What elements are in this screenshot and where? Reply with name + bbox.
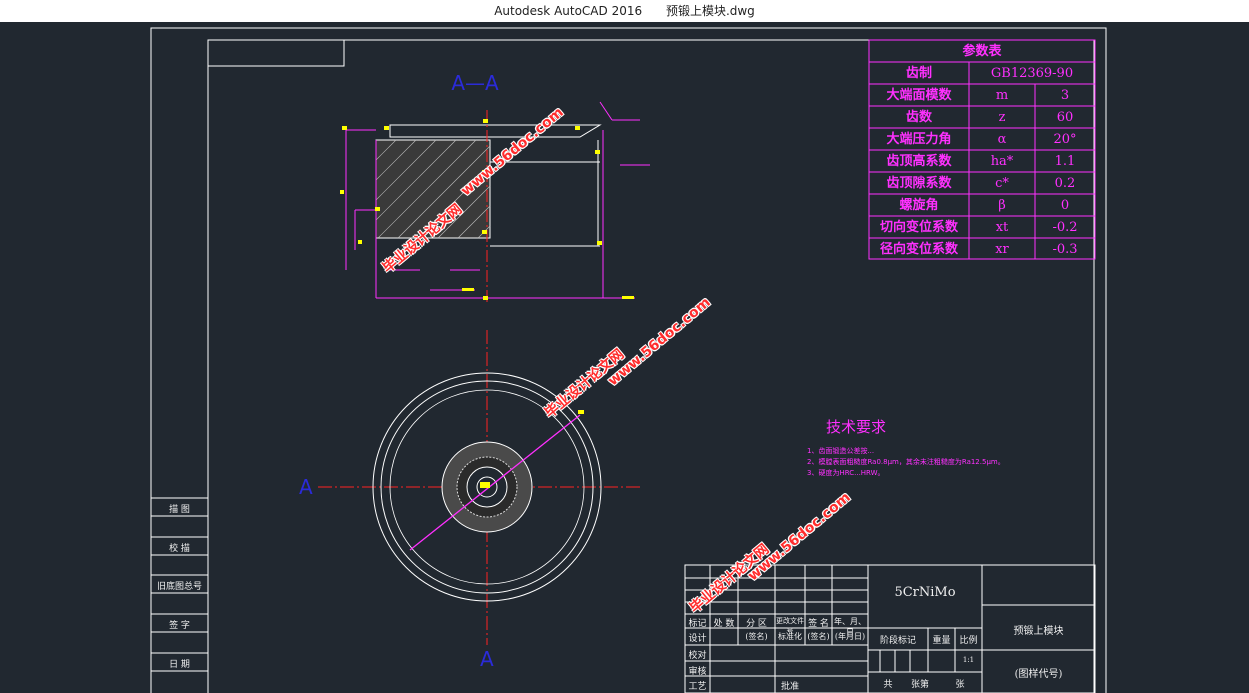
param-row-name: 径向变位系数	[879, 242, 958, 257]
material-label: 5CrNiMo	[894, 585, 956, 600]
param-row-name: 齿数	[905, 110, 932, 125]
param-row-value: 3	[1060, 88, 1070, 103]
tb-row-design: 设计	[688, 634, 707, 644]
param-row-value: 20°	[1053, 132, 1077, 147]
app-title: Autodesk AutoCAD 2016	[494, 4, 643, 18]
section-label: A—A	[451, 71, 499, 95]
param-row-name: 大端压力角	[886, 132, 952, 147]
tech-req-item-3: 3、硬度为HRC...HRW。	[807, 469, 885, 477]
side-block-date: 日 期	[169, 660, 190, 670]
param-row-symbol: α	[997, 132, 1007, 147]
param-row-value: 60	[1056, 110, 1074, 125]
section-mark-left: A	[299, 475, 313, 499]
tb-row-process: 工艺	[688, 682, 707, 692]
param-row-name: 切向变位系数	[879, 220, 958, 235]
tb-approve-label: 批准	[780, 682, 799, 692]
param-row-name: 大端面模数	[886, 88, 952, 103]
file-name: 预锻上模块.dwg	[665, 4, 755, 18]
tb-sheet-no: 张第	[910, 680, 929, 690]
part-name: 预锻上模块	[1013, 626, 1064, 637]
param-row-symbol: c*	[995, 176, 1009, 191]
section-view	[340, 101, 650, 305]
tb-scale: 比例	[959, 636, 978, 646]
tb-stage-mark: 阶段标记	[879, 636, 916, 646]
param-table-title: 参数表	[962, 44, 1002, 59]
side-block-old-drawing-no: 旧底图总号	[156, 582, 202, 592]
param-row-value: GB12369-90	[990, 66, 1074, 81]
tb-scale-value: 1:1	[962, 656, 975, 664]
param-row-name: 螺旋角	[899, 198, 939, 213]
param-row-symbol: β	[998, 198, 1006, 213]
param-row-value: 0.2	[1054, 176, 1076, 191]
tb-date: (年月日)	[834, 632, 866, 641]
tb-std-label: 标准化	[778, 632, 802, 641]
tb-header-sign: 签 名	[808, 619, 829, 629]
tb-sign-design: (签名)	[745, 632, 768, 641]
param-row-symbol: z	[998, 110, 1006, 125]
param-row-name: 齿制	[905, 66, 932, 81]
tb-sheet-total: 共	[883, 680, 893, 690]
tb-header-mark: 标记	[688, 619, 707, 629]
param-row-symbol: xr	[995, 242, 1009, 257]
tech-req-title: 技术要求	[826, 418, 887, 436]
code-box	[207, 39, 345, 67]
param-row-symbol: m	[995, 88, 1009, 103]
window-title-bar: Autodesk AutoCAD 2016 预锻上模块.dwg	[0, 0, 1249, 22]
param-row-value: -0.3	[1052, 242, 1078, 257]
tb-header-count: 处 数	[713, 619, 735, 629]
tb-header-zone: 分 区	[746, 619, 767, 629]
param-row-value: -0.2	[1052, 220, 1078, 235]
side-block-signature: 签 字	[169, 621, 190, 631]
drawing-canvas[interactable]: A—A A A 参数表 齿制 GB12369-90 大端面模数 m 3 齿数 z 60 大端压力…	[0, 22, 1249, 693]
tb-sheet-unit: 张	[955, 680, 965, 690]
side-block-miaotu: 描 图	[169, 505, 190, 515]
param-row-symbol: xt	[995, 220, 1009, 235]
side-block-jiaomiao: 校 描	[169, 544, 190, 554]
tb-row-review: 审核	[688, 667, 707, 677]
param-row-value: 0	[1060, 198, 1070, 213]
tech-req-item-1: 1、齿面锻造公差按...	[807, 447, 875, 455]
param-row-name: 齿顶高系数	[886, 154, 952, 169]
section-mark-bottom: A	[480, 647, 494, 671]
tb-sign-std: (签名)	[807, 632, 830, 641]
tb-weight: 重量	[932, 636, 951, 646]
param-row-symbol: ha*	[990, 154, 1014, 169]
drawing-code: (图样代号)	[1014, 669, 1063, 680]
param-row-name: 齿顶隙系数	[886, 176, 952, 191]
param-row-value: 1.1	[1054, 154, 1076, 169]
tech-req-item-2: 2、模膛表面粗糙度Ra0.8μm，其余未注粗糙度为Ra12.5μm。	[807, 458, 1005, 466]
tb-row-check: 校对	[688, 651, 707, 661]
